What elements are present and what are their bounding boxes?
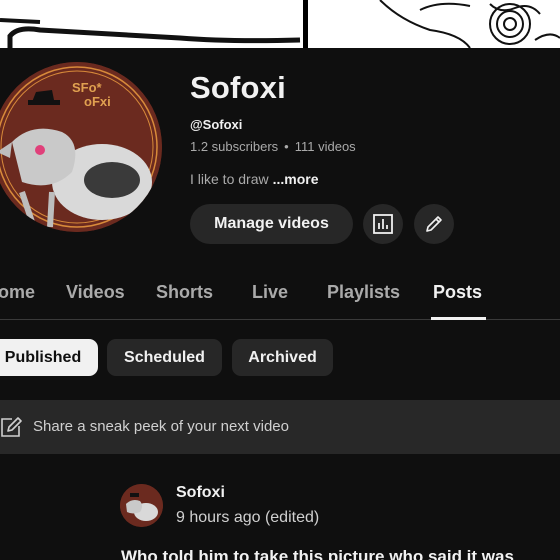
tab-live[interactable]: Live	[252, 282, 288, 303]
post-body-text: Who told him to take this picture who sa…	[121, 547, 514, 560]
subscriber-count: 1.2 subscribers	[190, 139, 279, 154]
edit-channel-button[interactable]	[414, 204, 454, 244]
post-timestamp: 9 hours ago (edited)	[176, 509, 320, 526]
chip-scheduled[interactable]: Scheduled	[107, 339, 222, 376]
analytics-button[interactable]	[363, 204, 403, 244]
video-count: 111 videos	[294, 139, 356, 154]
edit-square-icon	[1, 417, 22, 437]
channel-handle: @Sofoxi	[190, 117, 243, 132]
analytics-icon	[373, 214, 393, 234]
avatar-lettering: SFo*	[72, 80, 103, 95]
channel-tabs: ome Videos Shorts Live Playlists Posts	[0, 270, 560, 320]
channel-description[interactable]: I like to draw ...more	[190, 171, 319, 187]
banner-drawing	[0, 0, 560, 48]
post-author-avatar[interactable]	[120, 484, 163, 527]
channel-avatar[interactable]: SFo* oFxi	[0, 62, 162, 232]
description-text: I like to draw	[190, 171, 269, 187]
tab-posts[interactable]: Posts	[433, 282, 482, 303]
create-post-placeholder: Share a sneak peek of your next video	[33, 418, 289, 435]
tab-videos[interactable]: Videos	[66, 282, 125, 303]
post-avatar-art	[120, 484, 163, 527]
channel-name: Sofoxi	[190, 70, 286, 105]
avatar-art: SFo* oFxi	[0, 62, 162, 232]
pencil-icon	[426, 216, 442, 232]
tab-playlists[interactable]: Playlists	[327, 282, 400, 303]
create-post-bar[interactable]: Share a sneak peek of your next video	[0, 400, 560, 454]
post-author-name[interactable]: Sofoxi	[176, 484, 225, 502]
active-tab-indicator	[431, 317, 486, 320]
channel-banner	[0, 0, 560, 48]
more-link[interactable]: ...more	[273, 171, 319, 187]
svg-text:oFxi: oFxi	[84, 94, 111, 109]
chip-published[interactable]: Published	[0, 339, 98, 376]
manage-videos-button[interactable]: Manage videos	[190, 204, 353, 244]
chip-archived[interactable]: Archived	[232, 339, 333, 376]
stats-separator: •	[284, 139, 289, 154]
tab-home[interactable]: ome	[0, 282, 35, 303]
channel-stats: 1.2 subscribers • 111 videos	[190, 139, 356, 154]
tab-shorts[interactable]: Shorts	[156, 282, 213, 303]
